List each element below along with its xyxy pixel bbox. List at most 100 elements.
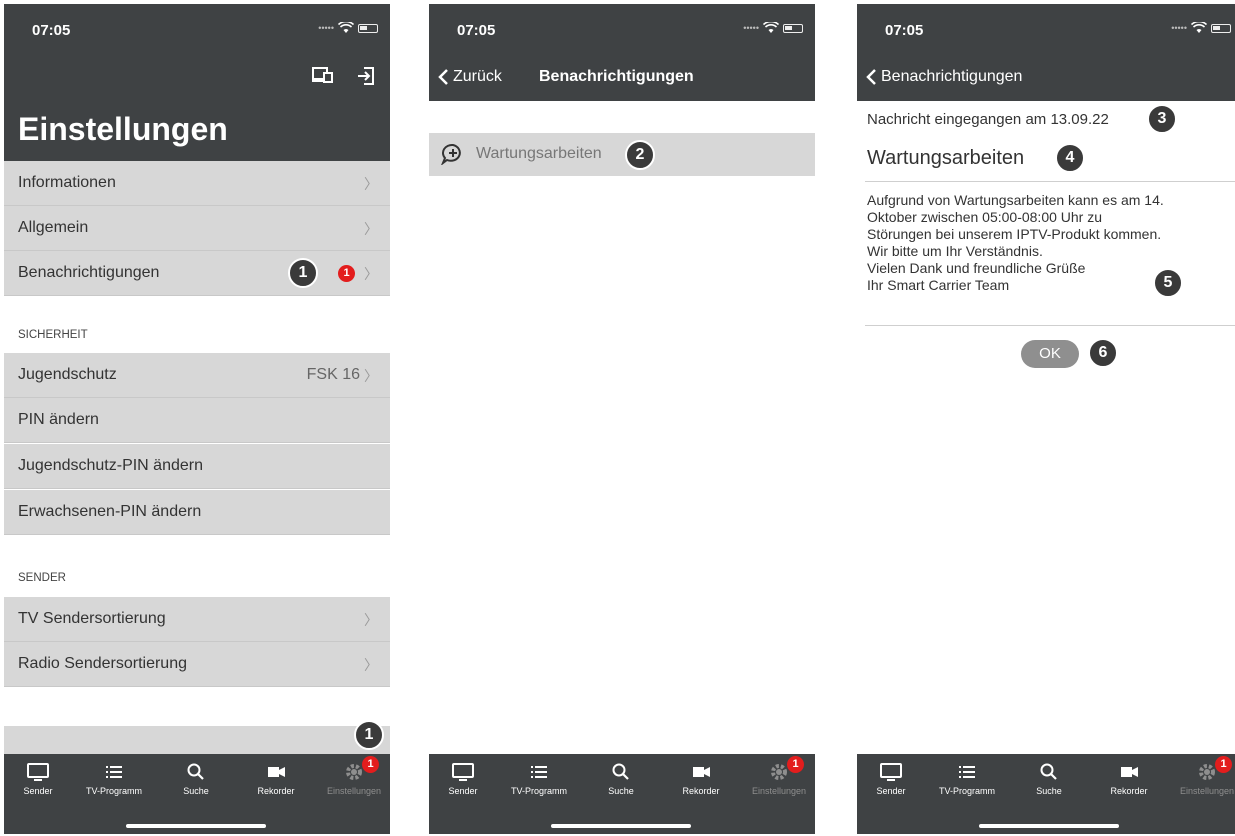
tab-bar: Sender TV-Programm Suche Rekorder Einste… <box>857 754 1235 834</box>
tab-rekorder[interactable]: Rekorder <box>665 762 737 796</box>
settings-item-allgemein[interactable]: Allgemein 〉 <box>4 206 390 251</box>
status-bar: 07:05 ••••• <box>429 4 815 56</box>
message-title: Wartungsarbeiten <box>867 147 1025 169</box>
callout-2: 2 <box>625 140 655 170</box>
tab-bar: Sender TV-Programm Suche Rekorder Einste… <box>429 754 815 834</box>
settings-item-label: Benachrichtigungen <box>18 264 160 281</box>
tab-label: Suche <box>608 786 634 796</box>
notification-title: Wartungsarbeiten <box>476 145 602 162</box>
tab-suche[interactable]: Suche <box>585 762 657 796</box>
notification-badge: 1 <box>338 265 355 282</box>
divider <box>865 181 1235 182</box>
search-icon <box>187 763 204 780</box>
tab-badge: 1 <box>1215 756 1232 773</box>
wifi-icon <box>338 22 354 33</box>
page-title: Benachrichtigungen <box>539 68 694 85</box>
tv-icon <box>27 763 49 781</box>
tab-einstellungen[interactable]: Einstellungen 1 <box>1171 756 1235 796</box>
logout-icon[interactable] <box>356 66 376 86</box>
back-button[interactable]: Zurück <box>437 68 502 86</box>
status-icons: ••••• <box>743 22 803 34</box>
tab-sender[interactable]: Sender <box>429 762 499 796</box>
tab-label: Einstellungen <box>1179 786 1235 796</box>
settings-item-jugendschutz-pin[interactable]: Jugendschutz-PIN ändern <box>4 444 390 489</box>
tab-label: Einstellungen <box>326 786 382 796</box>
tab-sender[interactable]: Sender <box>4 762 74 796</box>
tab-badge: 1 <box>787 756 804 773</box>
camera-icon <box>1121 767 1138 777</box>
tab-label: Rekorder <box>257 786 295 796</box>
list-icon <box>531 766 547 778</box>
battery-icon <box>1211 23 1231 33</box>
chevron-right-icon: 〉 <box>364 266 378 282</box>
settings-item-informationen[interactable]: Informationen 〉 <box>4 161 390 206</box>
tab-label: Suche <box>1036 786 1062 796</box>
callout-1: 1 <box>354 720 384 750</box>
tab-einstellungen[interactable]: Einstellungen 1 <box>318 756 390 796</box>
tab-tv-programm[interactable]: TV-Programm <box>503 762 575 796</box>
camera-icon <box>693 767 710 777</box>
status-bar: 07:05 ••••• <box>4 4 390 56</box>
callout-1: 1 <box>288 258 318 288</box>
section-header-sender: SENDER <box>18 572 66 584</box>
devices-icon[interactable] <box>312 66 334 84</box>
notifications-screen: 07:05 ••••• Zurück Benachrichtigungen Wa… <box>429 4 815 834</box>
status-icons: ••••• <box>318 22 378 34</box>
tab-tv-programm[interactable]: TV-Programm <box>931 762 1003 796</box>
tab-sender[interactable]: Sender <box>857 762 927 796</box>
tab-label: Rekorder <box>682 786 720 796</box>
tab-label: Suche <box>183 786 209 796</box>
tab-rekorder[interactable]: Rekorder <box>240 762 312 796</box>
settings-item-label: TV Sendersortierung <box>18 610 166 627</box>
chevron-right-icon: 〉 <box>364 221 378 237</box>
settings-item-pin-aendern[interactable]: PIN ändern <box>4 398 390 443</box>
ok-button[interactable]: OK <box>1021 340 1079 368</box>
settings-item-erwachsenen-pin[interactable]: Erwachsenen-PIN ändern <box>4 490 390 535</box>
wifi-icon <box>1191 22 1207 33</box>
settings-item-label: Informationen <box>18 174 116 191</box>
notification-item[interactable]: Wartungsarbeiten 2 <box>429 133 815 176</box>
settings-item-label: PIN ändern <box>18 411 99 428</box>
settings-item-benachrichtigungen[interactable]: Benachrichtigungen 1 1 〉 <box>4 251 390 296</box>
message-line: Aufgrund von Wartungsarbeiten kann es am… <box>867 192 1164 208</box>
tv-icon <box>452 763 474 781</box>
tab-einstellungen[interactable]: Einstellungen 1 <box>743 756 815 796</box>
settings-item-label: Jugendschutz <box>18 366 117 383</box>
message-plus-icon <box>441 143 461 165</box>
status-icons: ••••• <box>1171 22 1231 34</box>
callout-6: 6 <box>1088 338 1118 368</box>
divider <box>865 325 1235 326</box>
message-line: Störungen bei unserem IPTV-Produkt komme… <box>867 226 1162 242</box>
settings-header: Einstellungen <box>4 56 390 161</box>
settings-item-tv-sendersortierung[interactable]: TV Sendersortierung 〉 <box>4 597 390 642</box>
search-icon <box>612 763 629 780</box>
tab-tv-programm[interactable]: TV-Programm <box>78 762 150 796</box>
settings-item-partial[interactable] <box>4 726 390 754</box>
callout-5: 5 <box>1153 268 1183 298</box>
section-header-security: SICHERHEIT <box>18 329 88 341</box>
settings-item-radio-sendersortierung[interactable]: Radio Sendersortierung 〉 <box>4 642 390 687</box>
back-label: Benachrichtigungen <box>881 68 1023 85</box>
tab-label: Sender <box>448 786 478 796</box>
tab-rekorder[interactable]: Rekorder <box>1093 762 1165 796</box>
status-time: 07:05 <box>457 22 496 39</box>
search-icon <box>1040 763 1057 780</box>
callout-4: 4 <box>1055 143 1085 173</box>
signal-icon: ••••• <box>318 23 334 33</box>
back-button[interactable]: Benachrichtigungen <box>865 68 1022 86</box>
signal-icon: ••••• <box>1171 23 1187 33</box>
home-indicator <box>551 824 691 828</box>
tab-suche[interactable]: Suche <box>160 762 232 796</box>
tab-label: TV-Programm <box>510 786 567 796</box>
page-title: Einstellungen <box>18 111 228 147</box>
list-icon <box>959 766 975 778</box>
settings-item-jugendschutz[interactable]: Jugendschutz FSK 16 〉 <box>4 353 390 398</box>
status-time: 07:05 <box>885 22 924 39</box>
settings-item-label: Allgemein <box>18 219 89 236</box>
message-line: Oktober zwischen 05:00-08:00 Uhr zu <box>867 209 1103 225</box>
tab-label: TV-Programm <box>85 786 142 796</box>
tab-suche[interactable]: Suche <box>1013 762 1085 796</box>
tab-badge: 1 <box>362 756 379 773</box>
message-received-date: Nachricht eingegangen am 13.09.22 <box>867 111 1109 128</box>
notification-detail-screen: 07:05 ••••• Benachrichtigungen Nachricht… <box>857 4 1235 834</box>
